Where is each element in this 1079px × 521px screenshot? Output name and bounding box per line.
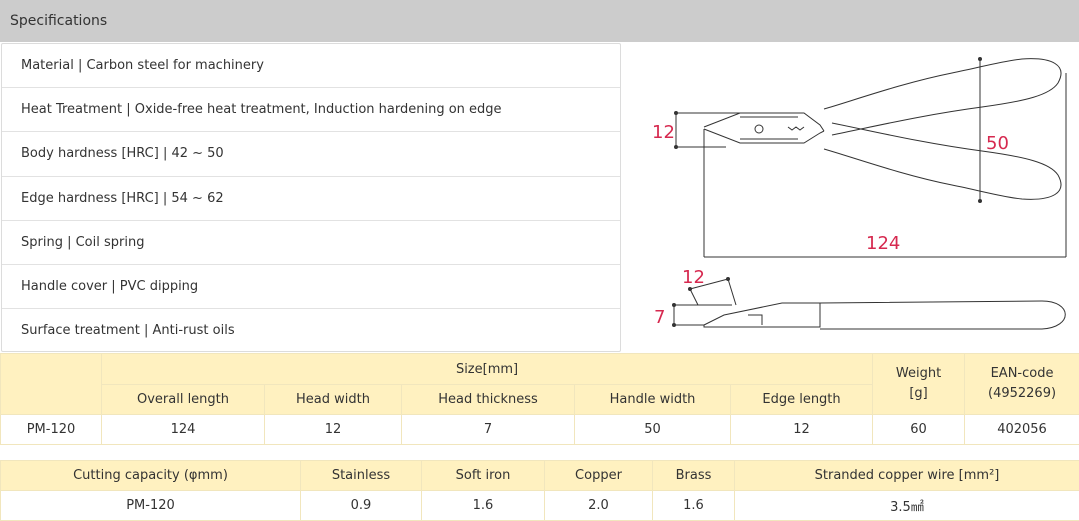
size-group-header: Size[mm] <box>100 353 874 385</box>
dim-dot <box>726 277 730 281</box>
top-handle-lower <box>823 122 1062 200</box>
spec-row-surface-treatment: Surface treatment | Anti-rust oils <box>21 323 235 339</box>
top-jaw-lower <box>703 128 825 144</box>
dim-dot <box>978 57 982 61</box>
cell-head-thickness: 7 <box>401 414 575 445</box>
col-copper: Copper <box>544 460 653 491</box>
col-overall-length: Overall length <box>101 384 265 415</box>
spec-row-handle-cover: Handle cover | PVC dipping <box>2 265 620 310</box>
col-brass: Brass <box>652 460 735 491</box>
overall-length-label: 124 <box>866 233 900 254</box>
cell-brass: 1.6 <box>652 490 735 521</box>
handle-width-label: 50 <box>986 133 1009 154</box>
cell-model: PM-120 <box>0 414 102 445</box>
col-stranded-copper-wire: Stranded copper wire [mm²] <box>734 460 1079 491</box>
cell-head-width: 12 <box>264 414 402 445</box>
spring-icon <box>787 126 805 131</box>
weight-header: Weight [g] <box>872 353 966 415</box>
size-table: Size[mm] Weight [g] EAN-code (4952269) O… <box>0 353 1079 445</box>
col-cutting-capacity: Cutting capacity (φmm) <box>0 460 301 491</box>
spec-list: Material | Carbon steel for machinery He… <box>1 43 621 352</box>
dim-dot <box>674 111 678 115</box>
col-stainless: Stainless <box>300 460 422 491</box>
spec-row-material: Material | Carbon steel for machinery <box>2 44 620 89</box>
top-handle-upper <box>823 58 1062 136</box>
dimension-drawing: 12 50 124 12 7 <box>652 57 1067 330</box>
top-jaw-upper <box>703 112 825 132</box>
dim-dot <box>674 145 678 149</box>
spec-row-spring: Spring | Coil spring <box>2 221 620 265</box>
edge-length-label: 12 <box>682 267 705 288</box>
spec-row-edge-hardness: Edge hardness [HRC] | 54 ~ 62 <box>2 177 620 221</box>
cutting-capacity-table: Cutting capacity (φmm) Stainless Soft ir… <box>0 460 1079 521</box>
nipper-diagram: 12 50 124 12 7 <box>622 43 1079 352</box>
cell-ean: 402056 <box>964 414 1079 445</box>
pivot-icon <box>754 124 764 134</box>
table-row: PM-120 124 12 7 50 12 60 402056 <box>0 414 1079 445</box>
cell-model: PM-120 <box>0 490 301 521</box>
side-detail <box>748 314 763 325</box>
cell-handle-width: 50 <box>574 414 731 445</box>
head-width-label: 12 <box>652 122 675 143</box>
head-width-dim-line <box>675 112 740 148</box>
cell-overall-length: 124 <box>101 414 265 445</box>
col-handle-width: Handle width <box>574 384 731 415</box>
dim-dot <box>978 199 982 203</box>
spec-row-body-hardness: Body hardness [HRC] | 42 ~ 50 <box>2 132 620 177</box>
cell-soft-iron: 1.6 <box>421 490 545 521</box>
cell-weight: 60 <box>872 414 966 445</box>
cell-edge-length: 12 <box>729 414 874 445</box>
ean-header: EAN-code (4952269) <box>964 353 1079 415</box>
col-edge-length: Edge length <box>729 384 874 415</box>
spec-row-heat-treatment: Heat Treatment | Oxide-free heat treatme… <box>2 88 620 133</box>
col-head-thickness: Head thickness <box>401 384 575 415</box>
table-row: PM-120 0.9 1.6 2.0 1.6 3.5㎟ <box>0 490 1079 521</box>
col-head-width: Head width <box>264 384 402 415</box>
head-thickness-label: 7 <box>654 307 665 328</box>
section-title: Specifications <box>10 13 108 29</box>
cell-copper: 2.0 <box>544 490 653 521</box>
dim-dot <box>672 323 676 327</box>
cell-stranded-copper-wire: 3.5㎟ <box>734 490 1079 521</box>
dim-dot <box>672 303 676 307</box>
side-handle <box>819 300 1066 330</box>
col-soft-iron: Soft iron <box>421 460 545 491</box>
cell-stainless: 0.9 <box>300 490 422 521</box>
overall-length-dim-line <box>703 73 1067 258</box>
model-header-cell <box>0 353 102 415</box>
section-header: Specifications <box>0 0 1079 42</box>
